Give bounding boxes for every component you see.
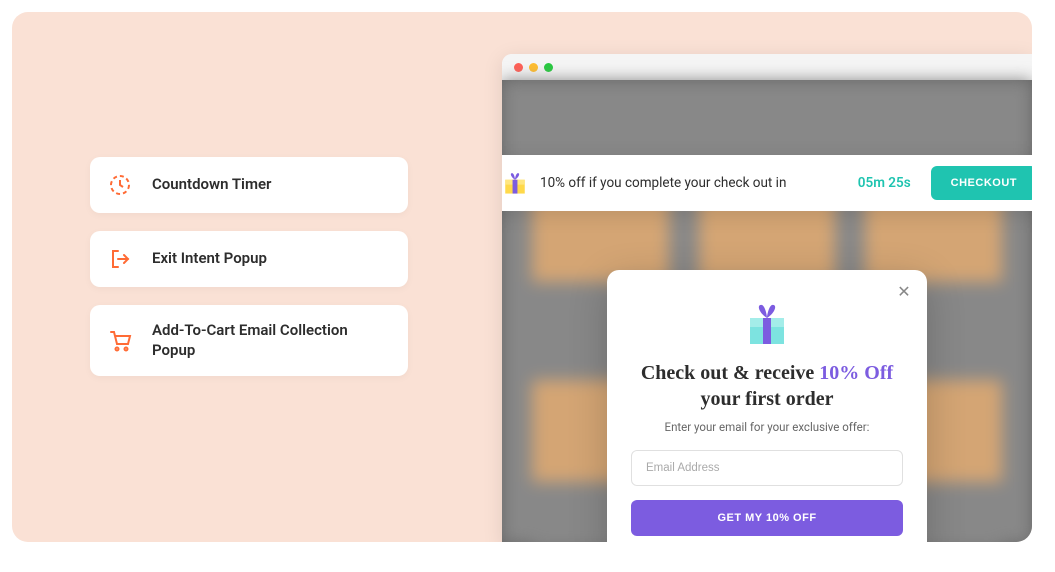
countdown-message: 10% off if you complete your check out i…: [540, 175, 846, 191]
popup-title-highlight: 10% Off: [819, 362, 893, 384]
gift-icon: [742, 298, 792, 348]
exit-icon: [108, 247, 132, 271]
browser-chrome: [502, 54, 1032, 80]
browser-window: 10% off if you complete your check out i…: [502, 54, 1032, 542]
countdown-time: 05m 25s: [858, 175, 911, 191]
email-field[interactable]: [631, 450, 903, 486]
close-icon[interactable]: ✕: [895, 282, 913, 300]
checkout-button[interactable]: CHECKOUT: [931, 166, 1032, 200]
window-close-button[interactable]: [514, 63, 523, 72]
feature-card-exit-intent[interactable]: Exit Intent Popup: [90, 231, 408, 287]
popup-title: Check out & receive 10% Off your first o…: [631, 360, 903, 412]
countdown-bar: 10% off if you complete your check out i…: [502, 155, 1032, 211]
feature-card-countdown[interactable]: Countdown Timer: [90, 157, 408, 213]
timer-icon: [108, 173, 132, 197]
feature-label: Countdown Timer: [152, 175, 271, 195]
get-offer-button[interactable]: GET MY 10% OFF: [631, 500, 903, 536]
feature-list: Countdown Timer Exit Intent Popup Add-: [90, 157, 408, 376]
feature-label: Add-To-Cart Email Collection Popup: [152, 321, 390, 360]
popup-title-pre: Check out & receive: [641, 362, 819, 384]
email-popup: ✕ Check out & receive 10% Off your first…: [607, 270, 927, 542]
window-maximize-button[interactable]: [544, 63, 553, 72]
page-container: Countdown Timer Exit Intent Popup Add-: [12, 12, 1032, 542]
popup-subtitle: Enter your email for your exclusive offe…: [631, 420, 903, 434]
gift-icon: [502, 170, 528, 196]
feature-card-email-popup[interactable]: Add-To-Cart Email Collection Popup: [90, 305, 408, 376]
window-minimize-button[interactable]: [529, 63, 538, 72]
popup-title-post: your first order: [701, 388, 834, 410]
cart-icon: [108, 329, 132, 353]
browser-content: 10% off if you complete your check out i…: [502, 80, 1032, 542]
feature-label: Exit Intent Popup: [152, 249, 267, 269]
